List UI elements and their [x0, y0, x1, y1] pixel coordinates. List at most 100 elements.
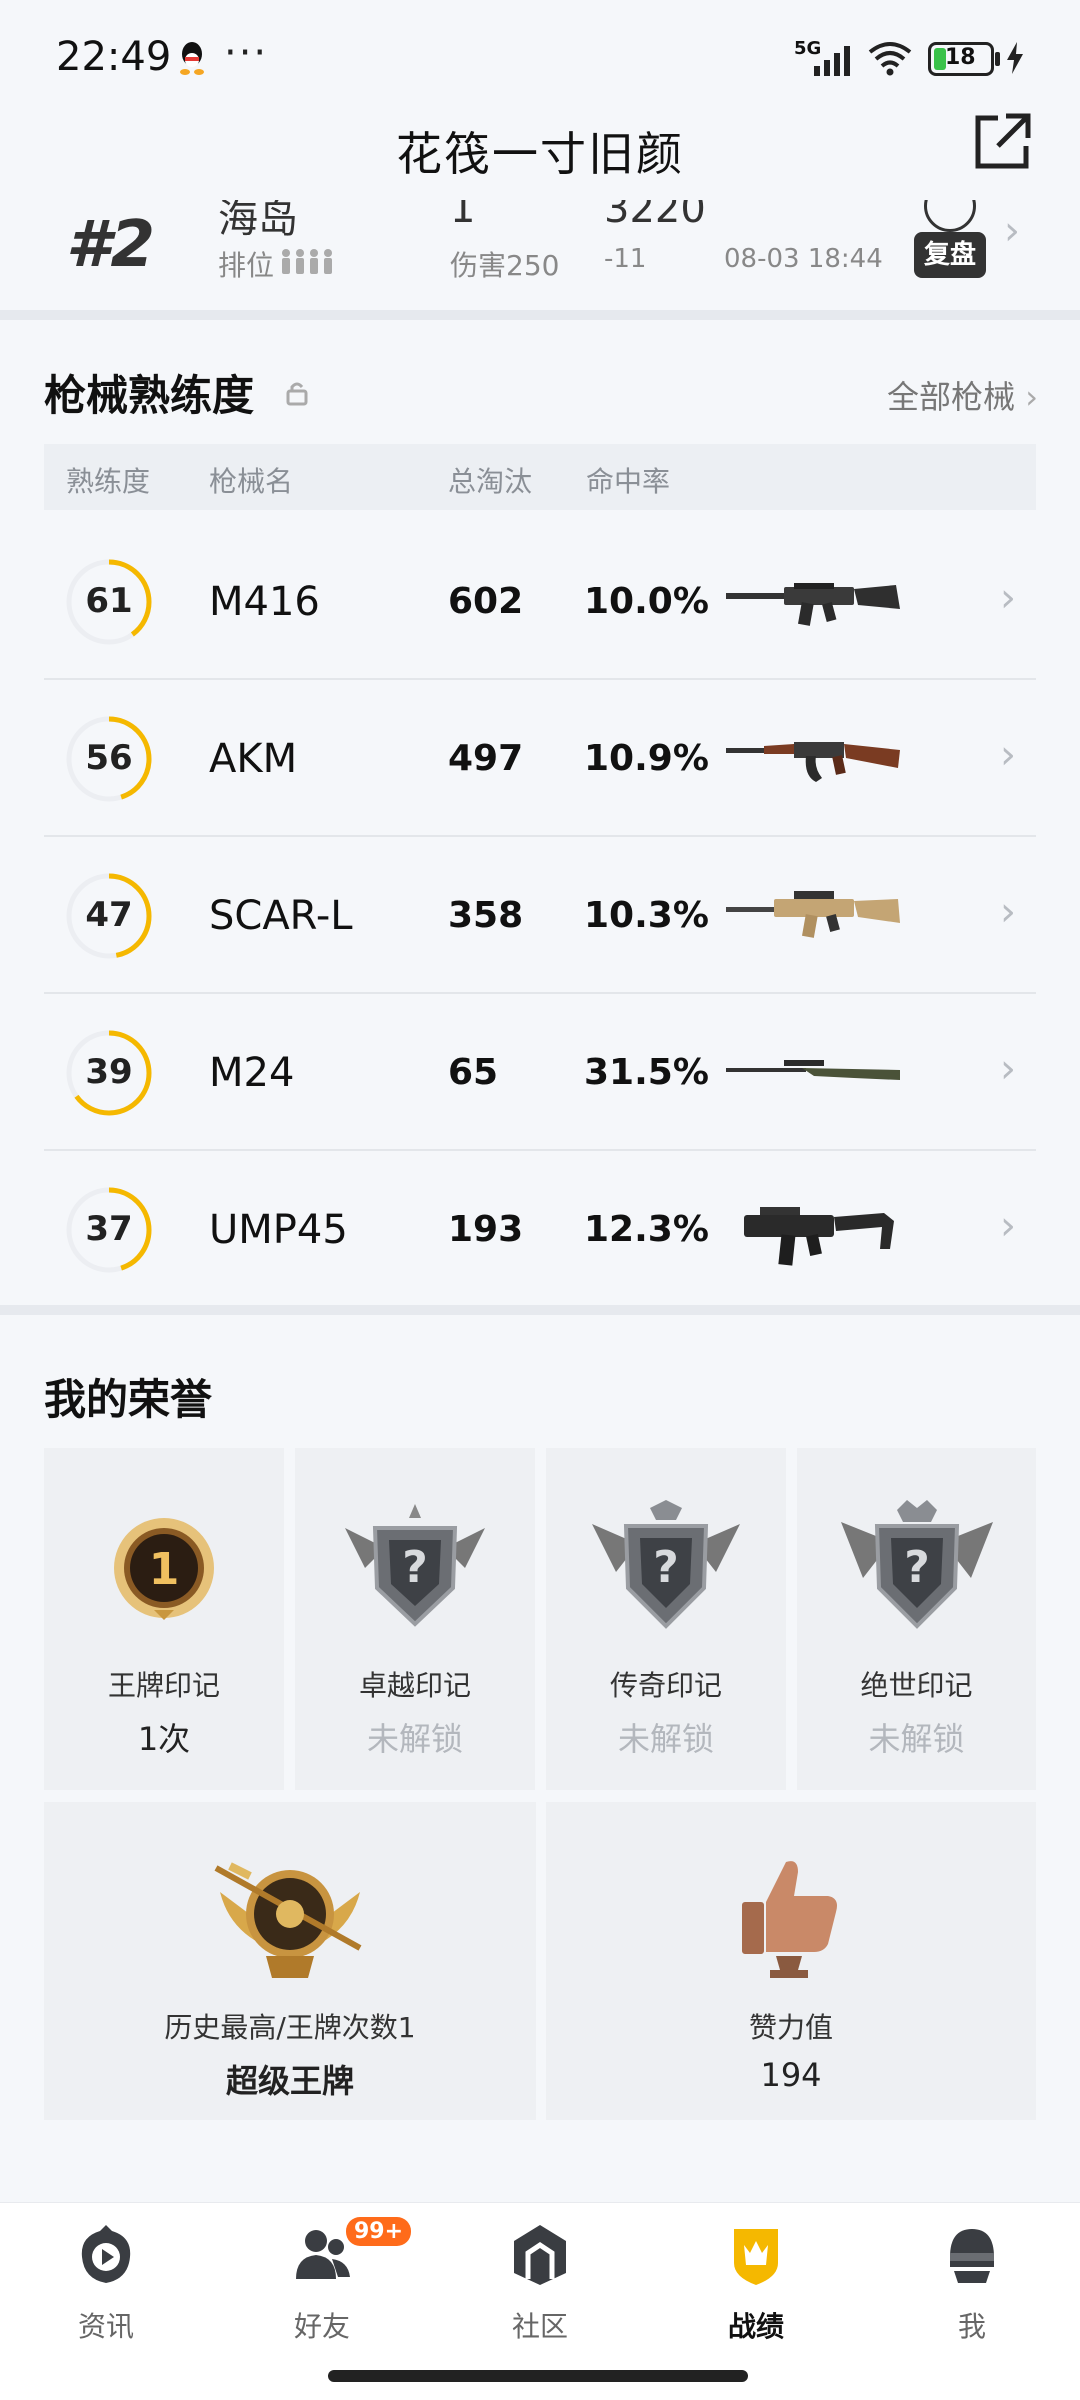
home-indicator[interactable] [328, 2370, 748, 2382]
weapon-accuracy: 10.3% [584, 895, 709, 936]
svg-text:?: ? [653, 1542, 679, 1593]
m416-rifle-icon [726, 583, 900, 626]
weapon-row[interactable]: 56 AKM 497 10.9% › [44, 680, 1036, 837]
nav-record[interactable]: 战绩 [686, 2223, 826, 2353]
weapon-kills: 193 [448, 1209, 524, 1250]
proficiency-level: 61 [85, 581, 133, 621]
ace-medal-icon: 1 [114, 1518, 214, 1620]
app-header: 花筏一寸旧颜 [0, 100, 1080, 200]
ump45-smg-icon [744, 1207, 894, 1266]
highest-tier-card[interactable]: 历史最高/王牌次数1 超级王牌 [44, 1802, 536, 2120]
super-ace-badge-icon [214, 1862, 362, 1978]
replay-button[interactable]: 复盘 [914, 232, 986, 278]
card-label: 赞力值 [748, 2011, 833, 2044]
card-value: 未解锁 [366, 1720, 463, 1758]
likes-card[interactable]: 赞力值 194 [546, 1802, 1036, 2120]
proficiency-level: 37 [85, 1209, 133, 1249]
charging-icon [1007, 42, 1023, 74]
lock-icon [286, 382, 308, 406]
battery-level: 18 [945, 45, 976, 70]
weapon-row[interactable]: 47 SCAR-L 358 10.3% › [44, 837, 1036, 994]
card-label: 王牌印记 [107, 1669, 220, 1702]
nav-news[interactable]: 资讯 [36, 2223, 176, 2353]
match-time: 08-03 18:44 [724, 244, 883, 274]
nav-friends[interactable]: 99+ 好友 [252, 2217, 412, 2353]
weapon-row[interactable]: 39 M24 65 31.5% › [44, 994, 1036, 1151]
m24-sniper-icon [726, 1060, 900, 1080]
match-kills: 1 [450, 200, 476, 232]
squad-icon [282, 249, 332, 274]
weapon-name: AKM [209, 736, 298, 782]
peerless-mark-card[interactable]: ? 绝世印记 未解锁 [797, 1448, 1036, 1790]
nav-label: 战绩 [727, 2310, 784, 2343]
weapon-name: M416 [209, 579, 320, 625]
proficiency-level: 39 [85, 1052, 133, 1092]
locked-badge-icon: ? [841, 1500, 993, 1629]
svg-text:?: ? [904, 1542, 930, 1593]
qq-icon [180, 42, 204, 75]
nav-profile[interactable]: 我 [902, 2223, 1042, 2353]
card-value: 未解锁 [868, 1720, 965, 1758]
chevron-right-icon: › [1025, 378, 1038, 416]
all-weapons-link[interactable]: 全部枪械 › [887, 372, 1038, 418]
scar-l-rifle-icon [726, 891, 900, 938]
match-damage: 伤害250 [450, 249, 560, 282]
weapon-section-title: 枪械熟练度 [44, 371, 255, 420]
match-record-row[interactable]: 海岛 1 3220 #2 排位 伤害250 -11 08-03 18:44 复盘… [0, 200, 1080, 310]
svg-text:1: 1 [149, 1544, 180, 1595]
all-weapons-label: 全部枪械 [887, 378, 1016, 416]
thumbs-up-icon [742, 1861, 837, 1978]
card-label: 历史最高/王牌次数1 [164, 2011, 416, 2044]
header-kills: 总淘汰 [448, 465, 533, 498]
proficiency-level: 56 [85, 738, 133, 778]
signal-icon [814, 46, 850, 76]
weapon-accuracy: 10.9% [584, 738, 709, 779]
friends-badge: 99+ [346, 2217, 412, 2246]
match-rating-change: -11 [604, 244, 647, 274]
weapon-row[interactable]: 37 UMP45 193 12.3% › [44, 1151, 1036, 1308]
proficiency-level: 47 [85, 895, 133, 935]
chevron-right-icon: › [1000, 1046, 1016, 1092]
chevron-right-icon: › [1000, 732, 1016, 778]
status-time: 22:49 [56, 34, 172, 80]
card-label: 绝世印记 [860, 1669, 973, 1702]
weapon-kills: 65 [448, 1052, 499, 1093]
card-value: 超级王牌 [225, 2062, 354, 2100]
legend-mark-card[interactable]: ? 传奇印记 未解锁 [546, 1448, 786, 1790]
community-icon [514, 2225, 566, 2285]
match-score: 3220 [604, 200, 706, 232]
locked-badge-icon: ? [592, 1500, 740, 1629]
nav-label: 好友 [293, 2310, 350, 2343]
svg-text:?: ? [402, 1542, 428, 1593]
header-weapon-name: 枪械名 [209, 465, 294, 498]
section-divider [0, 1305, 1080, 1315]
header-accuracy: 命中率 [586, 465, 671, 498]
match-rank: #2 [66, 208, 156, 282]
weapon-accuracy: 31.5% [584, 1052, 709, 1093]
locked-badge-icon: ? [345, 1504, 485, 1627]
nav-community[interactable]: 社区 [470, 2223, 610, 2353]
weapon-kills: 602 [448, 581, 524, 622]
header-proficiency: 熟练度 [66, 465, 151, 498]
chevron-right-icon: › [1004, 208, 1020, 254]
ace-mark-card[interactable]: 1 王牌印记 1次 [44, 1448, 284, 1790]
match-mode: 排位 [218, 249, 275, 282]
excellence-mark-card[interactable]: ? 卓越印记 未解锁 [295, 1448, 535, 1790]
weapon-name: M24 [209, 1050, 295, 1096]
weapon-accuracy: 10.0% [584, 581, 709, 622]
share-icon[interactable] [970, 110, 1034, 174]
replay-ring [924, 200, 976, 232]
nav-label: 我 [957, 2310, 986, 2343]
weapon-row[interactable]: 61 M416 602 10.0% › [44, 523, 1036, 680]
record-icon [734, 2229, 778, 2285]
match-map: 海岛 [218, 200, 298, 242]
card-value: 1次 [137, 1720, 191, 1758]
friends-icon [296, 2230, 350, 2279]
weapon-name: UMP45 [209, 1207, 348, 1253]
news-icon [81, 2225, 131, 2283]
akm-rifle-icon [726, 742, 900, 782]
weapon-kills: 497 [448, 738, 524, 779]
more-notifications-icon: ··· [224, 30, 269, 76]
section-divider [0, 310, 1080, 320]
page-title: 花筏一寸旧颜 [396, 127, 684, 181]
